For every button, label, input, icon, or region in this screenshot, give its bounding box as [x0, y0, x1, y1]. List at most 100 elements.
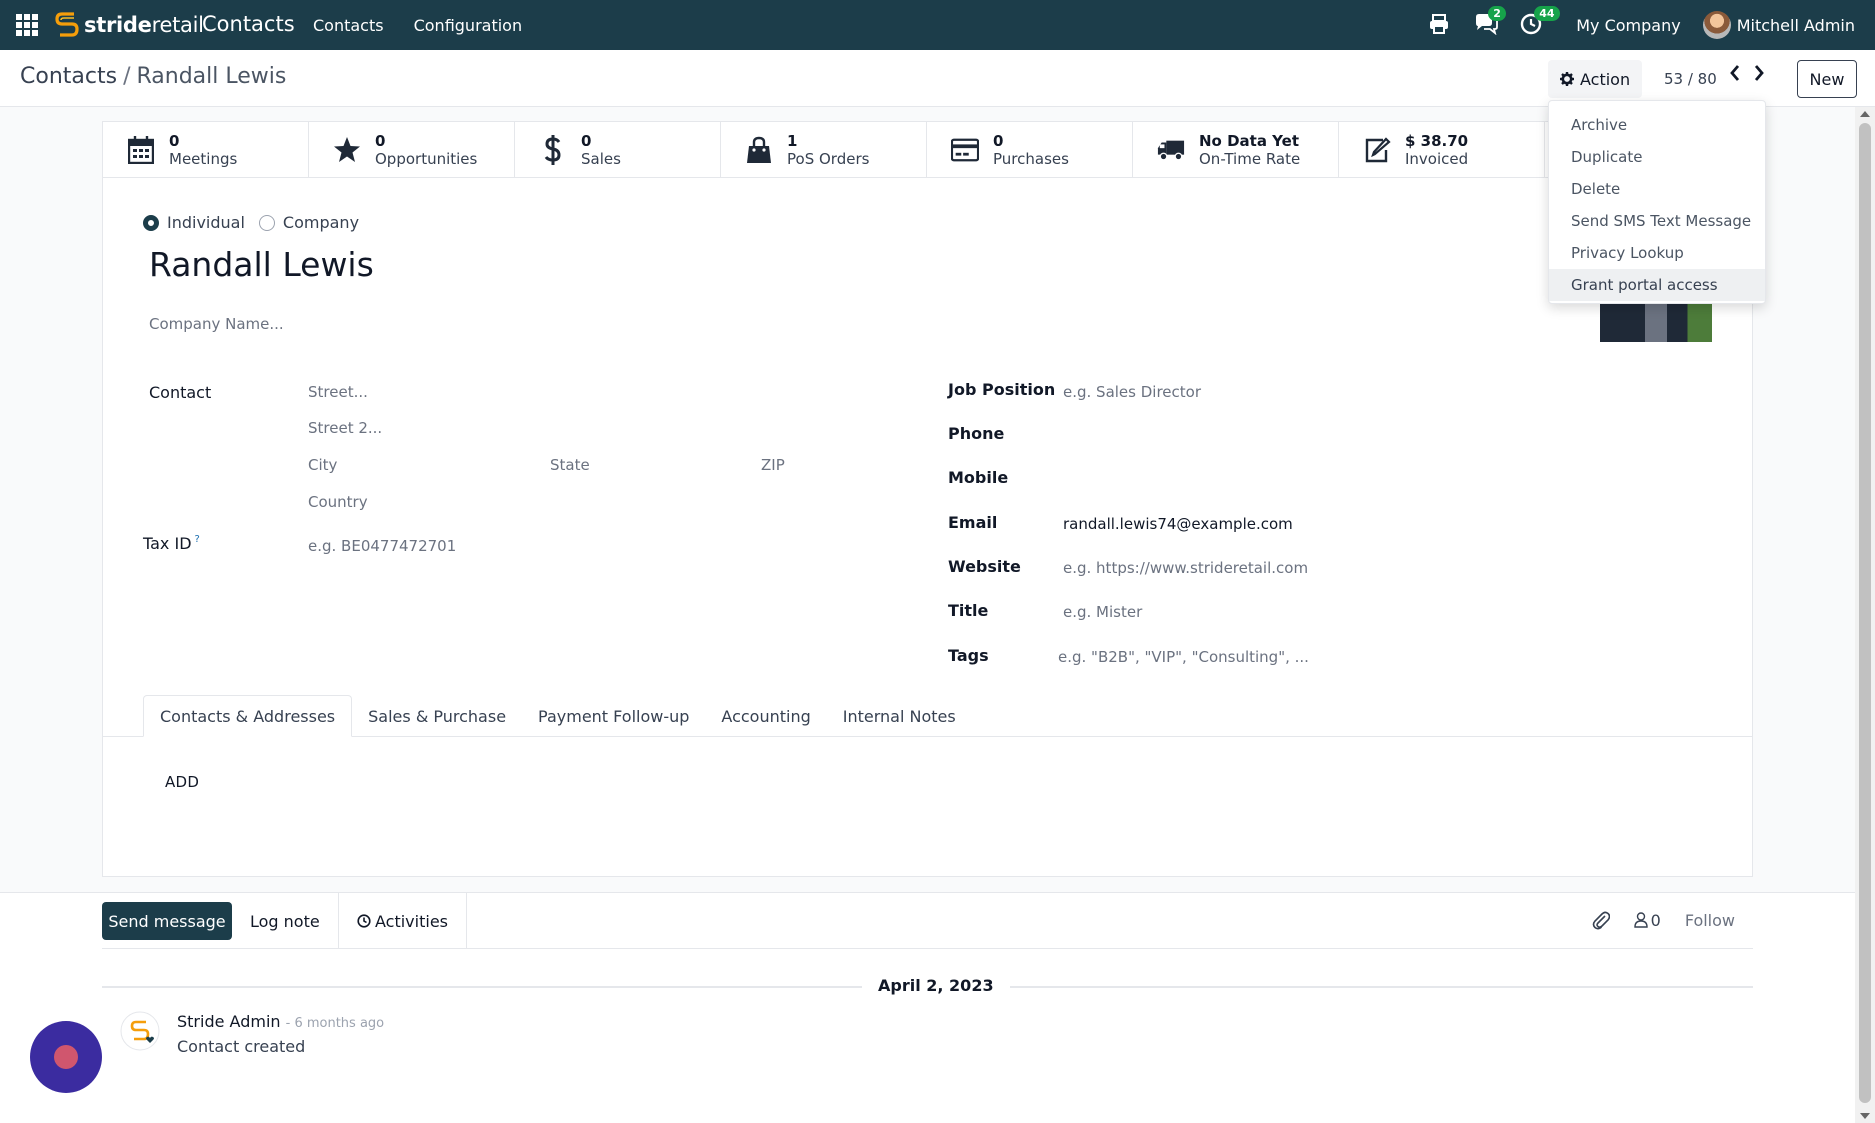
contact-photo[interactable]	[1600, 302, 1712, 342]
menu-item-archive[interactable]: Archive	[1549, 109, 1765, 141]
user-avatar	[1702, 11, 1731, 39]
top-navbar: strideretail Contacts Contacts Configura…	[0, 0, 1875, 50]
chatter: Send message Log note Activities 0 Follo…	[0, 892, 1855, 1123]
main-menu: Contacts Configuration	[313, 16, 522, 35]
user-icon	[1633, 912, 1648, 928]
email-input[interactable]: randall.lewis74@example.com	[1063, 515, 1293, 533]
tab-accounting[interactable]: Accounting	[705, 695, 826, 737]
brand-logo[interactable]: strideretail	[54, 10, 204, 40]
add-contact-button[interactable]: ADD	[165, 773, 199, 791]
messages-icon[interactable]: 2	[1474, 6, 1506, 37]
activities-badge: 44	[1534, 6, 1560, 21]
chevron-right-icon[interactable]	[1752, 64, 1766, 82]
street-input[interactable]: Street...	[308, 383, 368, 401]
shopping-bag-icon	[745, 136, 773, 164]
app-title[interactable]: Contacts	[202, 12, 295, 36]
pager-nav	[1728, 64, 1766, 82]
date-label: April 2, 2023	[862, 976, 1010, 995]
menu-item-delete[interactable]: Delete	[1549, 173, 1765, 205]
mobile-label: Mobile	[948, 468, 1009, 487]
message-author: Stride Admin - 6 months ago	[177, 1012, 385, 1031]
radio-company-dot[interactable]	[258, 214, 275, 231]
state-input[interactable]: State	[550, 456, 590, 474]
tab-payment-follow-up[interactable]: Payment Follow-up	[522, 695, 705, 737]
gear-icon	[1560, 72, 1574, 86]
author-avatar[interactable]	[120, 1011, 160, 1051]
menu-item-grant-portal-access[interactable]: Grant portal access	[1549, 269, 1765, 301]
title-input[interactable]: e.g. Mister	[1063, 603, 1142, 621]
contact-label: Contact	[149, 383, 212, 402]
credit-card-icon	[951, 136, 979, 164]
stat-purchases[interactable]: 0 Purchases	[927, 122, 1133, 178]
tab-contacts-addresses[interactable]: Contacts & Addresses	[143, 695, 353, 737]
contact-name-field[interactable]: Randall Lewis	[149, 245, 374, 284]
action-button[interactable]: Action	[1548, 60, 1643, 98]
country-input[interactable]: Country	[308, 493, 368, 511]
print-icon[interactable]	[1428, 13, 1452, 37]
log-note-button[interactable]: Log note	[250, 912, 320, 931]
stat-sales[interactable]: 0 Sales	[515, 122, 721, 178]
clock-icon	[357, 914, 371, 928]
control-panel: Contacts / Randall Lewis Action 53 / 80 Ne…	[0, 50, 1875, 107]
company-switcher[interactable]: My Company	[1576, 16, 1680, 35]
website-label: Website	[948, 557, 1021, 576]
scroll-thumb[interactable]	[1859, 123, 1871, 1103]
menu-item-send-sms[interactable]: Send SMS Text Message	[1549, 205, 1765, 237]
stat-opportunities[interactable]: 0 Opportunities	[309, 122, 515, 178]
job-position-input[interactable]: e.g. Sales Director	[1063, 383, 1201, 401]
chatter-topbar-right: 0 Follow	[1592, 910, 1735, 930]
website-input[interactable]: e.g. https://www.strideretail.com	[1063, 559, 1308, 577]
user-menu[interactable]: Mitchell Admin	[1702, 11, 1855, 39]
radio-company[interactable]: Company	[258, 213, 359, 232]
radio-individual[interactable]: Individual	[143, 213, 245, 232]
scroll-up-arrow[interactable]	[1860, 111, 1870, 117]
floating-assistant-button[interactable]	[30, 1021, 102, 1093]
menu-contacts[interactable]: Contacts	[313, 16, 384, 35]
stat-pos-orders[interactable]: 1 PoS Orders	[721, 122, 927, 178]
breadcrumb-contacts[interactable]: Contacts	[20, 64, 117, 89]
activities-button[interactable]: Activities	[338, 893, 467, 949]
title-label: Title	[948, 601, 989, 620]
taxid-input[interactable]: e.g. BE0477472701	[308, 537, 456, 555]
menu-item-privacy-lookup[interactable]: Privacy Lookup	[1549, 237, 1765, 269]
tags-input[interactable]: e.g. "B2B", "VIP", "Consulting", ...	[1058, 648, 1309, 666]
action-dropdown-menu: Archive Duplicate Delete Send SMS Text M…	[1548, 100, 1766, 304]
stat-on-time-rate[interactable]: No Data Yet On-Time Rate	[1133, 122, 1339, 178]
assistant-dot-icon	[54, 1045, 78, 1069]
menu-item-duplicate[interactable]: Duplicate	[1549, 141, 1765, 173]
street2-input[interactable]: Street 2...	[308, 419, 382, 437]
page-scrollbar[interactable]	[1855, 107, 1875, 1123]
scroll-down-arrow[interactable]	[1860, 1113, 1870, 1119]
zip-input[interactable]: ZIP	[761, 456, 785, 474]
tab-internal-notes[interactable]: Internal Notes	[827, 695, 972, 737]
city-input[interactable]: City	[308, 456, 337, 474]
activities-clock-icon[interactable]: 44	[1520, 6, 1560, 37]
menu-configuration[interactable]: Configuration	[414, 16, 523, 35]
calendar-icon	[127, 136, 155, 164]
radio-individual-dot[interactable]	[143, 214, 159, 231]
breadcrumb-current: Randall Lewis	[136, 64, 287, 89]
smart-buttons: 0 Meetings 0 Opportunities 0 Sales 1 PoS Ord…	[103, 122, 1752, 178]
paperclip-icon[interactable]	[1592, 910, 1610, 930]
stat-invoiced[interactable]: $ 38.70 Invoiced	[1339, 122, 1545, 178]
navbar-systray: 2 44 My Company Mitchell Admin	[1428, 0, 1855, 50]
stride-logo-icon	[55, 12, 79, 37]
message-body: Contact created	[177, 1037, 306, 1056]
follow-button[interactable]: Follow	[1685, 911, 1735, 930]
pager-value[interactable]: 53 / 80	[1664, 70, 1717, 88]
chevron-left-icon[interactable]	[1728, 64, 1742, 82]
company-type-selector: Individual Company	[143, 213, 359, 232]
company-name-input[interactable]: Company Name...	[149, 315, 284, 333]
apps-menu-icon[interactable]	[16, 14, 38, 36]
message-time: - 6 months ago	[285, 1016, 385, 1031]
job-position-label: Job Position	[948, 380, 1056, 399]
send-message-button[interactable]: Send message	[102, 902, 232, 940]
tab-sales-purchase[interactable]: Sales & Purchase	[352, 695, 522, 737]
truck-icon	[1157, 136, 1185, 164]
stat-meetings[interactable]: 0 Meetings	[103, 122, 309, 178]
help-tooltip-icon[interactable]: ?	[195, 534, 200, 545]
followers-button[interactable]: 0	[1633, 911, 1661, 930]
messages-badge: 2	[1488, 6, 1506, 21]
new-button[interactable]: New	[1797, 60, 1857, 98]
phone-label: Phone	[948, 424, 1005, 443]
